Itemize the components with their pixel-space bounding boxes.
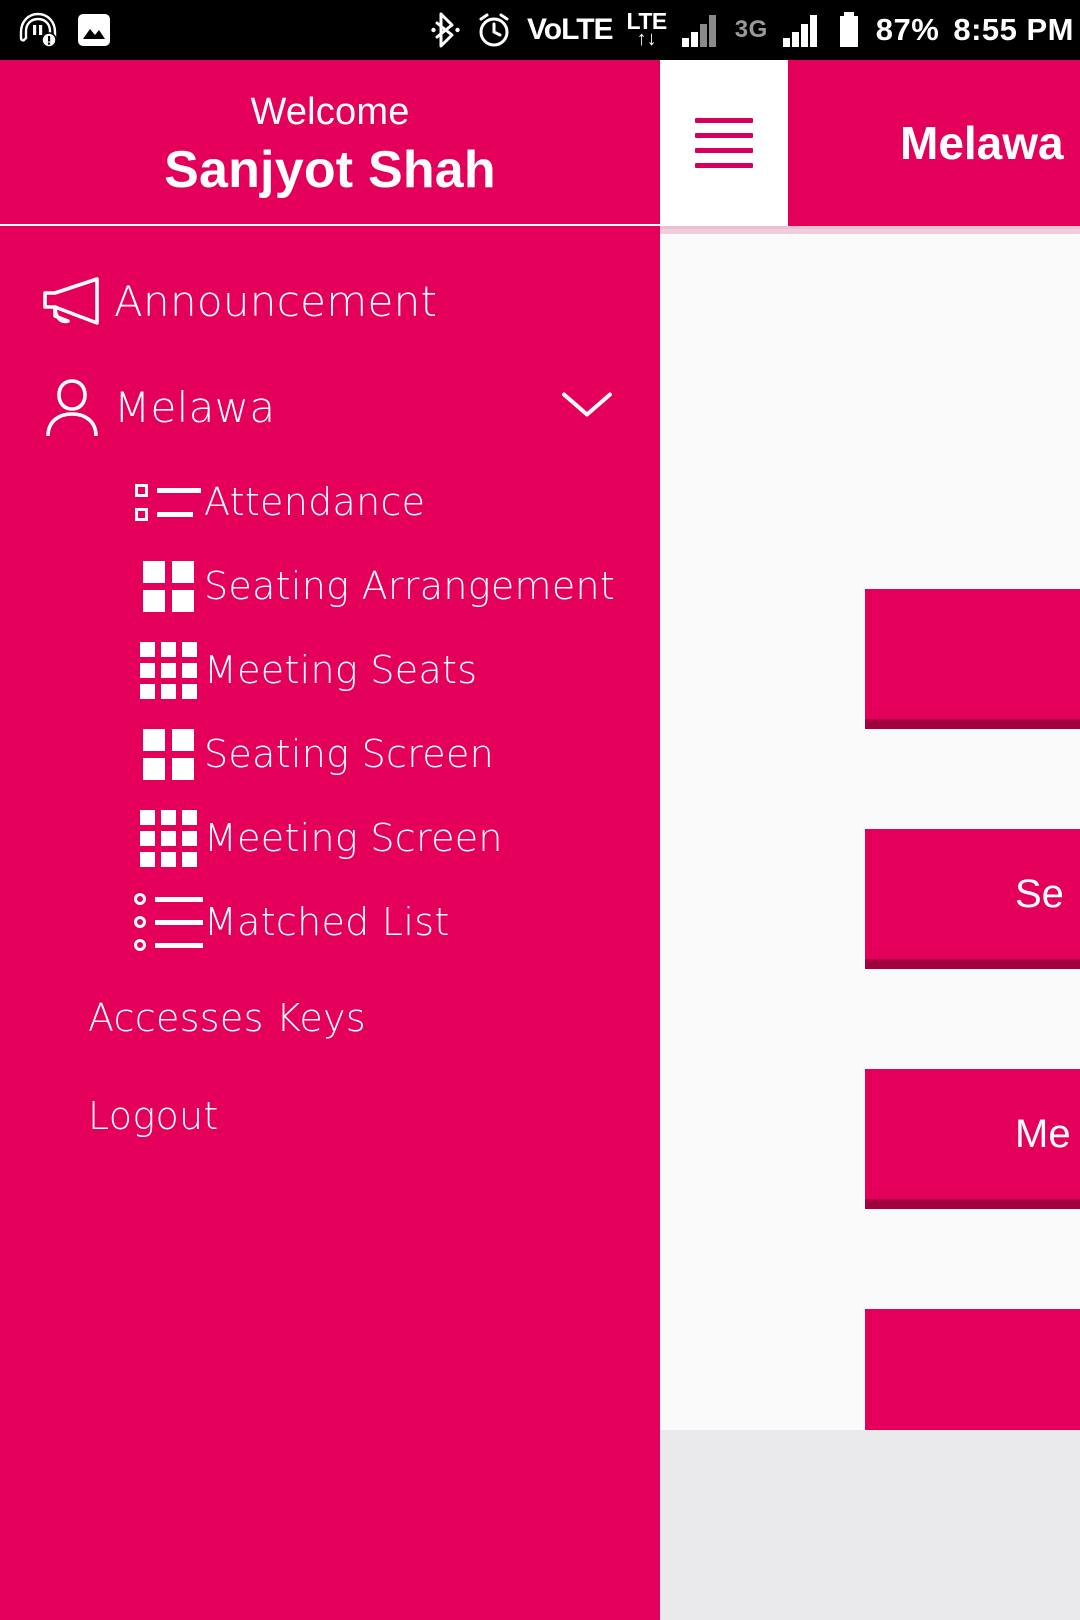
sidebar-item-label: Seating Arrangement [204,564,616,608]
network-type-label: 3G [734,16,768,43]
sidebar-item-label: Announcement [114,276,438,326]
grid-3x3-icon [132,809,204,867]
sidebar-item-label: Seating Screen [204,732,495,776]
sidebar-item-logout[interactable]: Logout [0,1072,660,1160]
sidebar-item-matched-list[interactable]: Matched List [20,880,660,964]
user-name-label: Sanjyot Shah [164,140,496,199]
battery-percent-label: 87% [875,12,940,47]
sidebar-item-announcement[interactable]: Announcement [0,248,660,354]
content-bottom-area [660,1430,1080,1620]
sidebar-item-label: Matched List [204,900,450,944]
sidebar-item-seating-screen[interactable]: Seating Screen [20,712,660,796]
battery-icon [836,11,862,49]
grid-2x2-icon [132,560,204,612]
bluetooth-icon [431,11,461,49]
drawer-header: Welcome Sanjyot Shah [0,60,660,226]
signal-bars-icon-2 [782,12,822,48]
grid-2x2-icon [132,728,204,780]
lte-arrows: ↑↓ [636,28,657,51]
sidebar-item-meeting-seats[interactable]: Meeting Seats [20,628,660,712]
content-tile[interactable] [865,1309,1080,1430]
sidebar-item-melawa[interactable]: Melawa [0,354,660,460]
hamburger-menu-button[interactable] [660,60,788,226]
clock-label: 8:55 PM [953,12,1074,47]
lte-indicator: LTE ↑↓ [627,10,668,51]
grid-3x3-icon [132,641,204,699]
sidebar-item-label: Attendance [204,480,426,524]
sidebar-item-seating-arrangement[interactable]: Seating Arrangement [20,544,660,628]
megaphone-icon [30,273,114,329]
sidebar-item-label: Accesses Keys [88,996,366,1040]
volte-label: VoLTE [526,13,614,46]
content-tile[interactable]: Se [865,829,1080,969]
app-screen: VoLTE LTE ↑↓ 3G 87% 8:55 PM Melawa Se Me… [0,0,1080,1620]
content-divider [660,229,1080,234]
app-bar-title: Melawa [900,117,1064,169]
status-bar: VoLTE LTE ↑↓ 3G 87% 8:55 PM [0,0,1080,60]
sidebar-item-attendance[interactable]: Attendance [20,460,660,544]
status-bar-left-icons [0,11,112,49]
content-tile[interactable] [865,589,1080,729]
status-bar-right-icons: VoLTE LTE ↑↓ 3G 87% 8:55 PM [431,10,1080,51]
chevron-down-icon[interactable] [560,389,614,426]
sidebar-item-accesses-keys[interactable]: Accesses Keys [0,974,660,1062]
list-squares-icon [132,483,204,521]
drawer-sub-list: Attendance Seating Arrangement Meeting S… [0,460,660,964]
sidebar-item-label: Meeting Screen [204,816,503,860]
content-area: Se Me [660,226,1080,1430]
person-icon [30,376,114,438]
sidebar-item-label: Melawa [114,382,276,432]
image-icon [76,12,112,48]
signal-bars-icon-1 [681,12,721,48]
list-dots-icon [132,893,204,951]
content-tile[interactable]: Me [865,1069,1080,1209]
sidebar-item-meeting-screen[interactable]: Meeting Screen [20,796,660,880]
sidebar-item-label: Meeting Seats [204,648,478,692]
alarm-icon [475,11,513,49]
headset-warning-icon [18,11,58,49]
sidebar-item-label: Logout [88,1094,219,1138]
hamburger-icon [695,118,753,168]
drawer-nav-list: Announcement Melawa Attendance Seating A… [0,226,660,1160]
welcome-label: Welcome [250,90,410,133]
navigation-drawer: Welcome Sanjyot Shah Announcement Melawa… [0,60,660,1620]
